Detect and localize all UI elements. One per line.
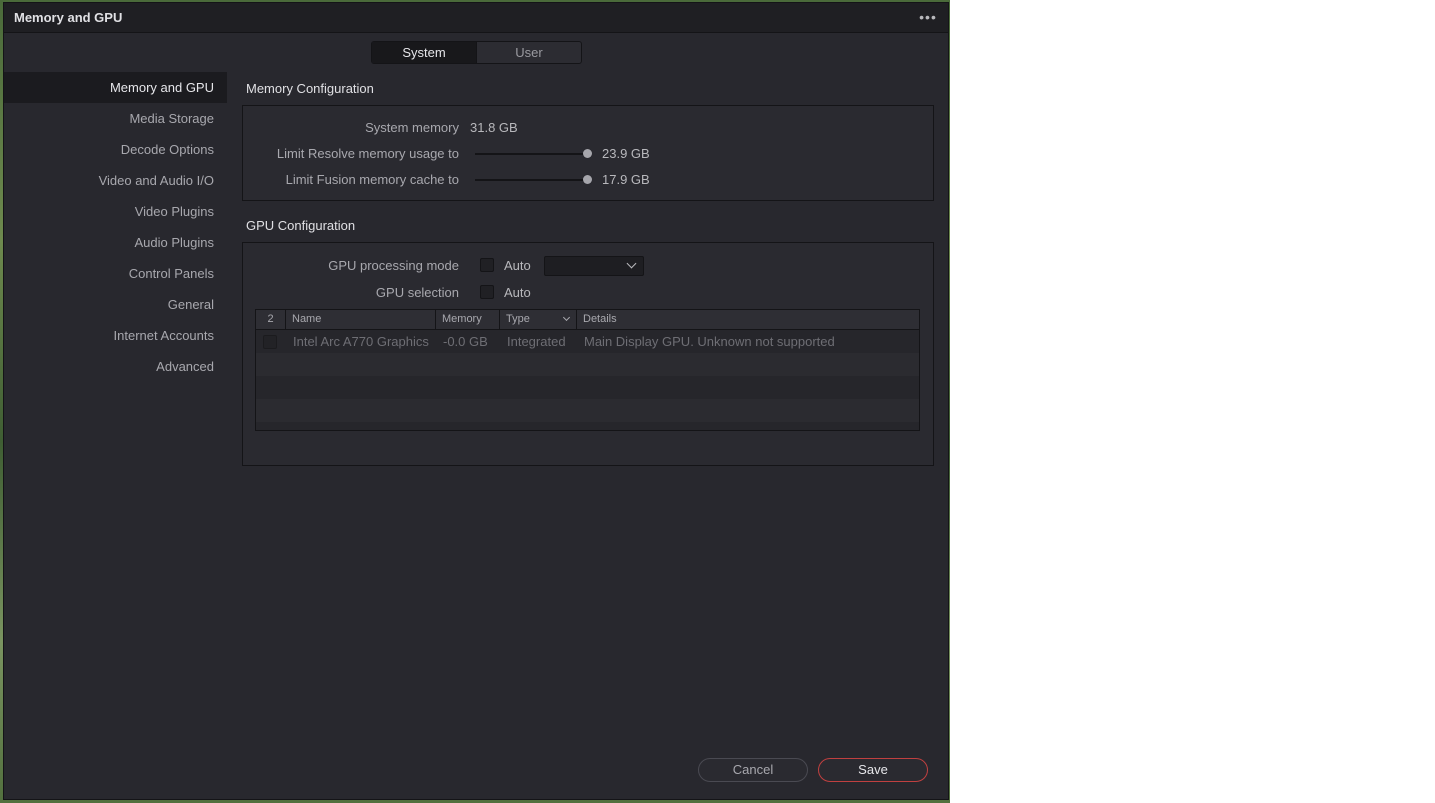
tab-system[interactable]: System bbox=[372, 42, 477, 63]
type-column-label: Type bbox=[506, 313, 530, 325]
gpu-processing-mode-auto-label: Auto bbox=[504, 258, 531, 273]
sidebar-item-video-plugins[interactable]: Video Plugins bbox=[4, 196, 227, 227]
sidebar-item-memory-and-gpu[interactable]: Memory and GPU bbox=[4, 72, 227, 103]
gpu-selection-label: GPU selection bbox=[375, 285, 459, 300]
gpu-count-header[interactable]: 2 bbox=[256, 310, 286, 329]
gpu-selection-auto-label: Auto bbox=[504, 285, 531, 300]
gpu-panel: GPU processing mode Auto GPU selection A… bbox=[242, 242, 934, 466]
memory-column-header[interactable]: Memory bbox=[436, 310, 500, 329]
resolve-memory-label: Limit Resolve memory usage to bbox=[276, 146, 459, 161]
window-title: Memory and GPU bbox=[14, 10, 123, 25]
preferences-window: Memory and GPU ••• System User Memory an… bbox=[3, 2, 949, 800]
more-options-icon[interactable]: ••• bbox=[918, 9, 938, 27]
chevron-down-icon bbox=[562, 313, 571, 322]
fusion-cache-value: 17.9 GB bbox=[602, 172, 650, 187]
scope-tabs: System User bbox=[371, 41, 582, 64]
system-memory-value: 31.8 GB bbox=[470, 120, 518, 135]
save-button[interactable]: Save bbox=[818, 758, 928, 782]
tab-user[interactable]: User bbox=[477, 42, 581, 63]
sidebar-item-internet-accounts[interactable]: Internet Accounts bbox=[4, 320, 227, 351]
table-row-empty bbox=[256, 376, 919, 399]
sidebar: Memory and GPU Media Storage Decode Opti… bbox=[4, 72, 227, 382]
memory-section-title: Memory Configuration bbox=[246, 81, 374, 96]
gpu-row-checkbox[interactable] bbox=[263, 335, 277, 349]
table-row-empty bbox=[256, 399, 919, 422]
gpu-details-cell: Main Display GPU. Unknown not supported bbox=[584, 334, 835, 349]
name-column-header[interactable]: Name bbox=[286, 310, 436, 329]
gpu-processing-mode-auto-checkbox[interactable] bbox=[480, 258, 494, 272]
title-bar: Memory and GPU ••• bbox=[4, 3, 948, 33]
sidebar-item-audio-plugins[interactable]: Audio Plugins bbox=[4, 227, 227, 258]
gpu-processing-mode-label: GPU processing mode bbox=[328, 258, 459, 273]
chevron-down-icon bbox=[626, 258, 637, 269]
cancel-button[interactable]: Cancel bbox=[698, 758, 808, 782]
gpu-memory-cell: -0.0 GB bbox=[443, 334, 488, 349]
details-column-header[interactable]: Details bbox=[577, 310, 919, 329]
gpu-type-cell: Integrated bbox=[507, 334, 566, 349]
gpu-section-title: GPU Configuration bbox=[246, 218, 356, 233]
fusion-cache-slider[interactable] bbox=[475, 179, 587, 181]
memory-panel: System memory 31.8 GB Limit Resolve memo… bbox=[242, 105, 934, 201]
sidebar-item-advanced[interactable]: Advanced bbox=[4, 351, 227, 382]
table-row[interactable]: Intel Arc A770 Graphics -0.0 GB Integrat… bbox=[256, 330, 919, 353]
gpu-selection-auto-checkbox[interactable] bbox=[480, 285, 494, 299]
gpu-processing-mode-dropdown[interactable] bbox=[544, 256, 644, 276]
system-memory-label: System memory bbox=[365, 120, 459, 135]
fusion-cache-label: Limit Fusion memory cache to bbox=[285, 172, 459, 187]
resolve-memory-slider-handle[interactable] bbox=[583, 149, 592, 158]
type-column-header[interactable]: Type bbox=[500, 310, 577, 329]
gpu-table-header: 2 Name Memory Type Details bbox=[256, 310, 919, 330]
gpu-name-cell: Intel Arc A770 Graphics bbox=[293, 334, 429, 349]
resolve-memory-slider[interactable] bbox=[475, 153, 587, 155]
gpu-table: 2 Name Memory Type Details Intel Arc A77… bbox=[255, 309, 920, 431]
table-row-empty bbox=[256, 353, 919, 376]
fusion-cache-slider-handle[interactable] bbox=[583, 175, 592, 184]
resolve-memory-value: 23.9 GB bbox=[602, 146, 650, 161]
